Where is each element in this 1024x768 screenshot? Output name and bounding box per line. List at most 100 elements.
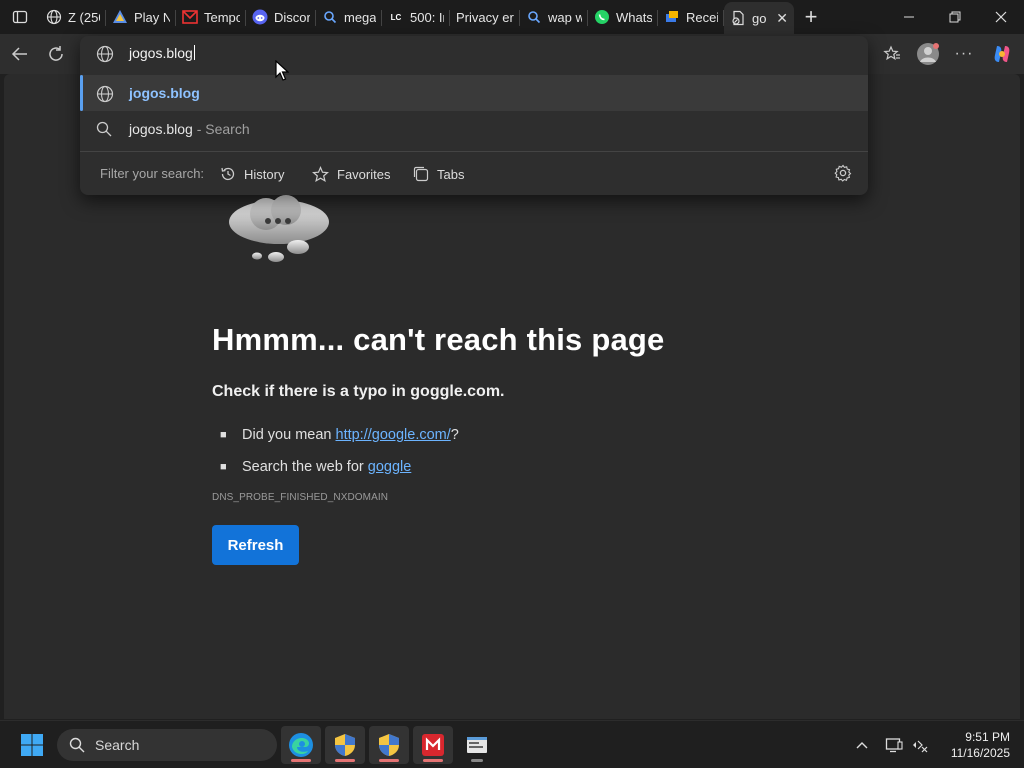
window-app-icon: [467, 737, 487, 753]
filter-favorites-button[interactable]: Favorites: [312, 165, 390, 183]
tab-title: Whats: [616, 9, 652, 25]
search-filter-bar: Filter your search: History Favorites Ta…: [80, 152, 868, 195]
list-item: ■ Did you mean http://google.com/ ?: [220, 419, 459, 451]
close-window-button[interactable]: [978, 0, 1024, 34]
address-input[interactable]: jogos.blog: [129, 45, 195, 61]
tempmail-icon: [182, 9, 198, 25]
active-indicator: [379, 759, 399, 762]
filter-label: Filter your search:: [100, 166, 205, 181]
suggestion-suffix: ?: [450, 427, 459, 443]
tab-actions-button[interactable]: [0, 0, 40, 34]
network-volume-icon: [913, 740, 928, 753]
start-button[interactable]: [12, 726, 52, 764]
filter-history-button[interactable]: History: [220, 165, 284, 183]
taskbar-terminal-button[interactable]: [457, 726, 497, 764]
error-code: DNS_PROBE_FINISHED_NXDOMAIN: [212, 492, 389, 503]
suggestion-prefix: Did you mean: [242, 427, 336, 443]
taskbar-shield-app-button[interactable]: [325, 726, 365, 764]
reload-button[interactable]: [40, 38, 72, 70]
window-controls: [886, 0, 1024, 34]
tab[interactable]: Privacy erro: [450, 1, 520, 33]
taskbar: Search 9:51 PM 11/16/2025: [0, 720, 1024, 768]
copilot-button[interactable]: [986, 38, 1018, 70]
play-logo-icon: [112, 9, 128, 25]
tab-title: megad: [344, 9, 376, 25]
profile-button[interactable]: [912, 38, 944, 70]
new-tab-button[interactable]: +: [794, 1, 828, 33]
receive-icon: [664, 9, 680, 25]
broken-page-icon: [730, 10, 746, 26]
display-tray-button[interactable]: [882, 731, 906, 759]
address-bar[interactable]: jogos.blog: [80, 36, 868, 72]
globe-icon: [46, 9, 62, 25]
tab-active[interactable]: go ✕: [724, 2, 794, 34]
discord-icon: [252, 9, 268, 25]
back-arrow-icon: [11, 47, 27, 61]
tab[interactable]: Discor: [246, 1, 316, 33]
tab[interactable]: Receiv: [658, 1, 724, 33]
taskbar-edge-button[interactable]: [281, 726, 321, 764]
tab-title: Receiv: [686, 9, 718, 25]
tab[interactable]: megad: [316, 1, 382, 33]
star-icon: [312, 165, 329, 182]
taskbar-shield-app-2-button[interactable]: [369, 726, 409, 764]
shield-icon: [335, 734, 355, 756]
tab-title: go: [752, 10, 766, 26]
address-bar-dropdown: jogos.blog jogos.blog jogos.blog - Searc…: [80, 36, 868, 195]
suggestion-prefix: Search the web for: [242, 459, 368, 475]
bullet: ■: [220, 429, 227, 441]
tab[interactable]: wap w: [520, 1, 588, 33]
filter-tabs-button[interactable]: Tabs: [413, 165, 464, 183]
close-tab-icon[interactable]: ✕: [776, 10, 788, 27]
clock-date: 11/16/2025: [950, 746, 1010, 760]
suggestion-list: ■ Did you mean http://google.com/ ? ■ Se…: [220, 419, 459, 483]
settings-menu-button[interactable]: ···: [948, 38, 980, 70]
filter-tabs-label: Tabs: [437, 166, 465, 182]
tab-title: Discor: [274, 9, 310, 25]
restore-button[interactable]: [932, 0, 978, 34]
whatsapp-icon: [594, 9, 610, 25]
suggestion-item-search[interactable]: jogos.blog - Search: [80, 111, 868, 147]
tab-title: 500: In: [410, 9, 444, 25]
shield-icon: [379, 734, 399, 756]
minimize-button[interactable]: [886, 0, 932, 34]
restore-icon: [949, 11, 961, 23]
google-link[interactable]: http://google.com/: [336, 427, 451, 443]
suggestion-suffix: - Search: [192, 121, 250, 137]
tab-title: wap w: [548, 9, 582, 25]
edge-icon: [289, 733, 313, 757]
error-title: Hmmm... can't reach this page: [212, 322, 665, 357]
copilot-icon: [994, 46, 1010, 62]
active-indicator: [423, 759, 443, 762]
suggestion-item-url[interactable]: jogos.blog: [80, 75, 868, 111]
suggestion-text: jogos.blog: [129, 121, 193, 137]
tab-title: Tempo: [204, 9, 240, 25]
back-button[interactable]: [4, 38, 36, 70]
error-subtitle: Check if there is a typo in goggle.com.: [212, 383, 505, 400]
reload-icon: [49, 46, 63, 61]
tab[interactable]: Play N: [106, 1, 176, 33]
tab[interactable]: Tempo: [176, 1, 246, 33]
taskbar-search-placeholder: Search: [95, 737, 140, 753]
tab[interactable]: Z (250: [40, 1, 106, 33]
history-icon: [221, 167, 235, 181]
gear-icon[interactable]: [834, 164, 852, 182]
clock-time: 9:51 PM: [965, 730, 1010, 744]
favorites-button[interactable]: [876, 38, 908, 70]
taskbar-search-box[interactable]: Search: [57, 729, 277, 761]
network-volume-tray-button[interactable]: [908, 731, 932, 759]
taskbar-mega-button[interactable]: [413, 726, 453, 764]
show-hidden-icons-button[interactable]: [850, 731, 874, 759]
tab[interactable]: LC 500: In: [382, 1, 450, 33]
tab-title: Play N: [134, 9, 170, 25]
taskbar-clock[interactable]: 9:51 PM 11/16/2025: [938, 729, 1010, 761]
more-dots-icon: ···: [954, 45, 974, 62]
screen: Z (250 Play N Tempo Discor megad LC 500:…: [0, 0, 1024, 768]
thinking-cloud-icon: [229, 195, 329, 262]
filter-favorites-label: Favorites: [337, 166, 391, 182]
search-icon: [96, 121, 112, 137]
tab[interactable]: Whats: [588, 1, 658, 33]
search-web-link[interactable]: goggle: [368, 459, 412, 475]
refresh-button[interactable]: Refresh: [212, 525, 299, 565]
lc-icon: LC: [390, 12, 402, 22]
